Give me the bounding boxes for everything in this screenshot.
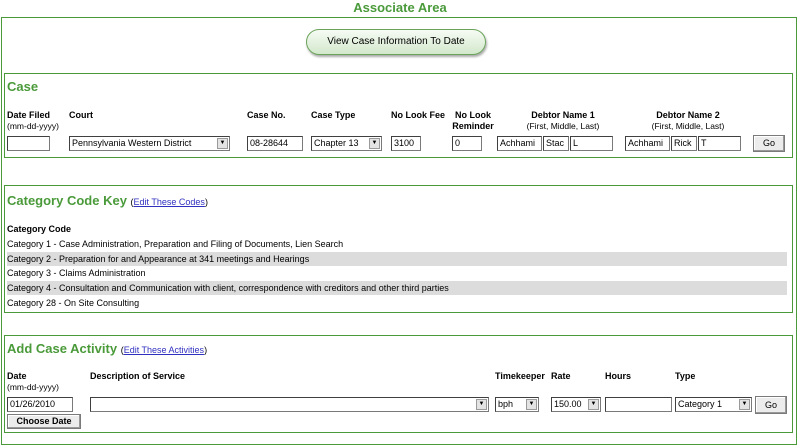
add-case-activity-title-text: Add Case Activity	[7, 341, 118, 356]
debtor-name-2-header: Debtor Name 2	[656, 110, 720, 120]
activity-date-format: (mm-dd-yyyy)	[7, 382, 59, 392]
edit-codes-wrapper: (Edit These Codes)	[131, 197, 208, 207]
chevron-down-icon[interactable]: ▼	[739, 399, 750, 410]
category-code-key-title-text: Category Code Key	[7, 193, 127, 208]
case-section-title: Case	[7, 79, 39, 94]
timekeeper-select[interactable]: bph ▼	[495, 397, 539, 412]
case-no-input[interactable]: 08-28644	[247, 136, 303, 151]
debtor-name-2-format: (First, Middle, Last)	[651, 121, 725, 131]
case-type-select-value: Chapter 13	[314, 138, 359, 148]
edit-codes-paren-close: )	[204, 197, 208, 207]
category-row: Category 1 - Case Administration, Prepar…	[7, 239, 344, 249]
description-header: Description of Service	[90, 371, 186, 381]
date-filed-header: Date Filed	[7, 110, 51, 120]
court-select-value: Pennsylvania Western District	[72, 138, 192, 148]
debtor-1-last-name-input[interactable]: L	[570, 136, 613, 151]
activity-date-header: Date	[7, 371, 27, 381]
no-look-reminder-header: No Look Reminder	[452, 110, 494, 131]
edit-these-activities-link[interactable]: Edit These Activities	[124, 345, 204, 355]
edit-these-codes-link[interactable]: Edit These Codes	[134, 197, 205, 207]
timekeeper-select-value: bph	[498, 399, 514, 409]
edit-activities-paren-close: )	[204, 345, 208, 355]
no-look-fee-header: No Look Fee	[391, 110, 446, 120]
add-case-activity-title: Add Case Activity (Edit These Activities…	[7, 341, 207, 356]
case-go-button[interactable]: Go	[753, 135, 785, 152]
category-code-key-title: Category Code Key (Edit These Codes)	[7, 193, 208, 208]
rate-header: Rate	[551, 371, 571, 381]
hours-input[interactable]	[605, 397, 672, 412]
case-type-select[interactable]: Chapter 13 ▼	[311, 136, 382, 151]
rate-select[interactable]: 150.00 ▼	[551, 397, 601, 412]
chevron-down-icon[interactable]: ▼	[476, 399, 487, 410]
court-select[interactable]: Pennsylvania Western District ▼	[69, 136, 230, 151]
debtor-2-first-name-input[interactable]: Achhami	[625, 136, 670, 151]
activity-go-button[interactable]: Go	[755, 396, 787, 414]
no-look-reminder-input[interactable]: 0	[452, 136, 482, 151]
type-header: Type	[675, 371, 696, 381]
chevron-down-icon[interactable]: ▼	[217, 138, 228, 149]
activity-date-input[interactable]: 01/26/2010	[7, 397, 73, 412]
category-row: Category 3 - Claims Administration	[7, 268, 146, 278]
category-row: Category 2 - Preparation for and Appeara…	[7, 252, 787, 266]
date-filed-input[interactable]	[7, 136, 50, 151]
date-filed-format: (mm-dd-yyyy)	[7, 121, 59, 131]
type-select-value: Category 1	[678, 399, 723, 409]
chevron-down-icon[interactable]: ▼	[588, 399, 599, 410]
page-title: Associate Area	[353, 0, 447, 15]
type-select[interactable]: Category 1 ▼	[675, 397, 752, 412]
debtor-name-1-format: (First, Middle, Last)	[526, 121, 600, 131]
debtor-name-1-header: Debtor Name 1	[531, 110, 595, 120]
category-code-header: Category Code	[7, 224, 72, 234]
debtor-2-last-name-input[interactable]: T	[698, 136, 741, 151]
debtor-1-first-name-input[interactable]: Achhami	[497, 136, 542, 151]
chevron-down-icon[interactable]: ▼	[369, 138, 380, 149]
category-row: Category 4 - Consultation and Communicat…	[7, 281, 787, 295]
debtor-1-middle-name-input[interactable]: Stac	[543, 136, 569, 151]
debtor-2-middle-name-input[interactable]: Rick	[671, 136, 697, 151]
timekeeper-header: Timekeeper	[495, 371, 545, 381]
category-row: Category 28 - On Site Consulting	[7, 298, 140, 308]
view-case-information-button[interactable]: View Case Information To Date	[306, 29, 486, 55]
case-type-header: Case Type	[311, 110, 356, 120]
hours-header: Hours	[605, 371, 632, 381]
case-no-header: Case No.	[247, 110, 286, 120]
edit-activities-wrapper: (Edit These Activities)	[121, 345, 207, 355]
choose-date-button[interactable]: Choose Date	[7, 414, 81, 429]
description-select[interactable]: ▼	[90, 397, 489, 412]
rate-select-value: 150.00	[554, 399, 582, 409]
no-look-fee-input[interactable]: 3100	[391, 136, 421, 151]
court-header: Court	[69, 110, 93, 120]
chevron-down-icon[interactable]: ▼	[526, 399, 537, 410]
